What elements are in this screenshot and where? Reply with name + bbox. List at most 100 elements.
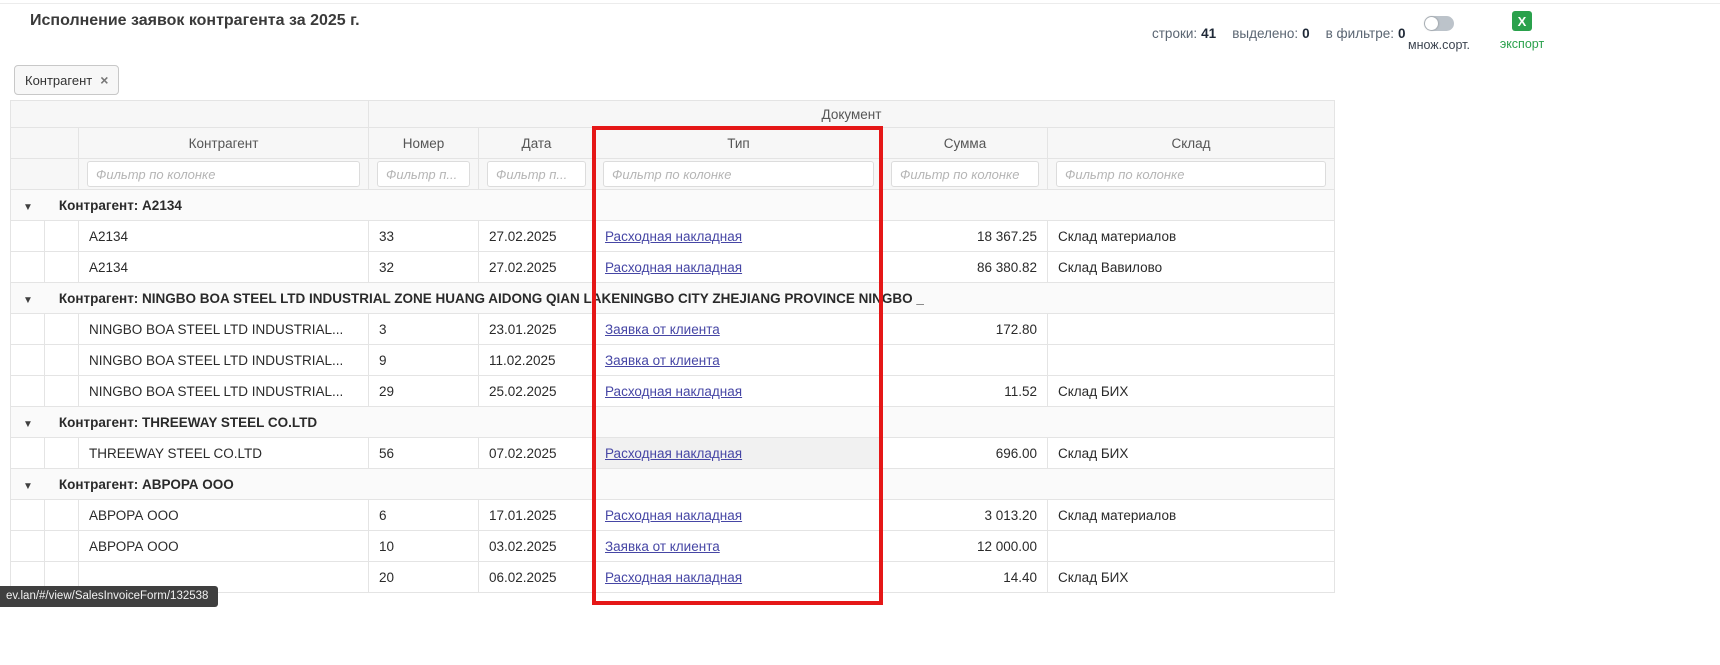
cell-contragent: АВРОРА ООО xyxy=(79,500,369,531)
cell-number: 9 xyxy=(369,345,479,376)
doc-type-link[interactable]: Расходная накладная xyxy=(605,446,742,461)
group-header-row: Документ xyxy=(11,101,1335,128)
export-label: экспорт xyxy=(1500,37,1544,51)
filter-row xyxy=(11,159,1335,190)
cell-doc-type: Расходная накладная xyxy=(595,252,883,283)
cell-contragent: А2134 xyxy=(79,252,369,283)
col-header-sum[interactable]: Сумма xyxy=(883,128,1048,159)
select-cell xyxy=(45,252,79,283)
filter-input-warehouse[interactable] xyxy=(1056,161,1326,187)
cell-number: 33 xyxy=(369,221,479,252)
table-row: А21343227.02.2025Расходная накладная86 3… xyxy=(11,252,1335,283)
doc-type-link[interactable]: Расходная накладная xyxy=(605,384,742,399)
cell-contragent: АВРОРА ООО xyxy=(79,531,369,562)
collapse-caret-icon[interactable]: ▼ xyxy=(23,295,33,306)
doc-type-link[interactable]: Расходная накладная xyxy=(605,229,742,244)
cell-doc-type: Расходная накладная xyxy=(595,500,883,531)
data-grid-container: Документ Контрагент Номер Дата Тип Сумма… xyxy=(10,100,1335,593)
cell-warehouse: Склад материалов xyxy=(1048,500,1335,531)
cell-warehouse: Склад БИХ xyxy=(1048,376,1335,407)
select-cell xyxy=(45,531,79,562)
cell-number: 32 xyxy=(369,252,479,283)
doc-type-link[interactable]: Заявка от клиента xyxy=(605,539,720,554)
cell-sum: 3 013.20 xyxy=(883,500,1048,531)
group-row: ▼ Контрагент: THREEWAY STEEL CO.LTD xyxy=(11,407,1335,438)
group-label: Контрагент: THREEWAY STEEL CO.LTD xyxy=(59,415,317,430)
filter-chip-contragent[interactable]: Контрагент × xyxy=(14,65,119,95)
cell-sum: 696.00 xyxy=(883,438,1048,469)
expander-cell xyxy=(11,438,45,469)
select-cell xyxy=(45,376,79,407)
collapse-caret-icon[interactable]: ▼ xyxy=(23,202,33,213)
doc-type-link[interactable]: Расходная накладная xyxy=(605,570,742,585)
doc-type-link[interactable]: Расходная накладная xyxy=(605,508,742,523)
table-row: NINGBO BOA STEEL LTD INDUSTRIAL...2925.0… xyxy=(11,376,1335,407)
collapse-caret-icon[interactable]: ▼ xyxy=(23,481,33,492)
multisort-toggle[interactable]: множ.сорт. xyxy=(1406,16,1472,52)
select-cell xyxy=(45,438,79,469)
data-grid: Документ Контрагент Номер Дата Тип Сумма… xyxy=(10,100,1335,593)
col-header-warehouse[interactable]: Склад xyxy=(1048,128,1335,159)
filter-cell-date xyxy=(479,159,595,190)
select-cell xyxy=(45,314,79,345)
doc-group-header: Документ xyxy=(369,101,1335,128)
select-cell xyxy=(45,345,79,376)
cell-date: 17.01.2025 xyxy=(479,500,595,531)
expander-cell xyxy=(11,345,45,376)
cell-date: 07.02.2025 xyxy=(479,438,595,469)
filter-input-contragent[interactable] xyxy=(87,161,360,187)
cell-sum: 172.80 xyxy=(883,314,1048,345)
cell-contragent: NINGBO BOA STEEL LTD INDUSTRIAL... xyxy=(79,345,369,376)
toggle-track-icon[interactable] xyxy=(1424,16,1454,31)
cell-contragent: NINGBO BOA STEEL LTD INDUSTRIAL... xyxy=(79,376,369,407)
table-row: АВРОРА ООО617.01.2025Расходная накладная… xyxy=(11,500,1335,531)
filter-cell-number xyxy=(369,159,479,190)
cell-sum: 12 000.00 xyxy=(883,531,1048,562)
cell-doc-type: Заявка от клиента xyxy=(595,531,883,562)
cell-date: 11.02.2025 xyxy=(479,345,595,376)
cell-contragent: А2134 xyxy=(79,221,369,252)
expander-cell xyxy=(11,531,45,562)
toggle-knob-icon xyxy=(1425,17,1438,30)
doc-type-link[interactable]: Заявка от клиента xyxy=(605,322,720,337)
filter-input-type[interactable] xyxy=(603,161,874,187)
cell-doc-type: Расходная накладная xyxy=(595,562,883,593)
filter-input-sum[interactable] xyxy=(891,161,1039,187)
cell-sum: 18 367.25 xyxy=(883,221,1048,252)
excel-icon: X xyxy=(1512,11,1532,31)
table-body: ▼Контрагент: А2134А21343327.02.2025Расхо… xyxy=(11,190,1335,593)
cell-warehouse xyxy=(1048,531,1335,562)
column-header-row: Контрагент Номер Дата Тип Сумма Склад xyxy=(11,128,1335,159)
cell-warehouse: Склад Вавилово xyxy=(1048,252,1335,283)
doc-type-link[interactable]: Заявка от клиента xyxy=(605,353,720,368)
filter-cell-type xyxy=(595,159,883,190)
cell-number: 20 xyxy=(369,562,479,593)
table-row: NINGBO BOA STEEL LTD INDUSTRIAL...323.01… xyxy=(11,314,1335,345)
export-button[interactable]: X экспорт xyxy=(1498,11,1546,51)
cell-contragent: NINGBO BOA STEEL LTD INDUSTRIAL... xyxy=(79,314,369,345)
filter-input-date[interactable] xyxy=(487,161,586,187)
collapse-caret-icon[interactable]: ▼ xyxy=(23,419,33,430)
group-cell: ▼ Контрагент: THREEWAY STEEL CO.LTD xyxy=(11,407,1335,438)
col-header-contragent[interactable]: Контрагент xyxy=(79,128,369,159)
filter-input-number[interactable] xyxy=(377,161,470,187)
chip-remove-icon[interactable]: × xyxy=(100,73,108,87)
top-divider xyxy=(0,3,1720,4)
filter-cell-warehouse xyxy=(1048,159,1335,190)
cell-date: 27.02.2025 xyxy=(479,221,595,252)
cell-warehouse xyxy=(1048,314,1335,345)
expander-cell xyxy=(11,500,45,531)
cell-sum xyxy=(883,345,1048,376)
group-row: ▼Контрагент: АВРОРА ООО xyxy=(11,469,1335,500)
cell-date: 25.02.2025 xyxy=(479,376,595,407)
col-header-number[interactable]: Номер xyxy=(369,128,479,159)
col-header-date[interactable]: Дата xyxy=(479,128,595,159)
doc-type-link[interactable]: Расходная накладная xyxy=(605,260,742,275)
select-cell xyxy=(45,221,79,252)
expander-cell xyxy=(11,314,45,345)
cell-doc-type: Расходная накладная xyxy=(595,221,883,252)
cell-number: 10 xyxy=(369,531,479,562)
col-header-type[interactable]: Тип xyxy=(595,128,883,159)
cell-warehouse xyxy=(1048,345,1335,376)
filter-spacer xyxy=(11,159,79,190)
